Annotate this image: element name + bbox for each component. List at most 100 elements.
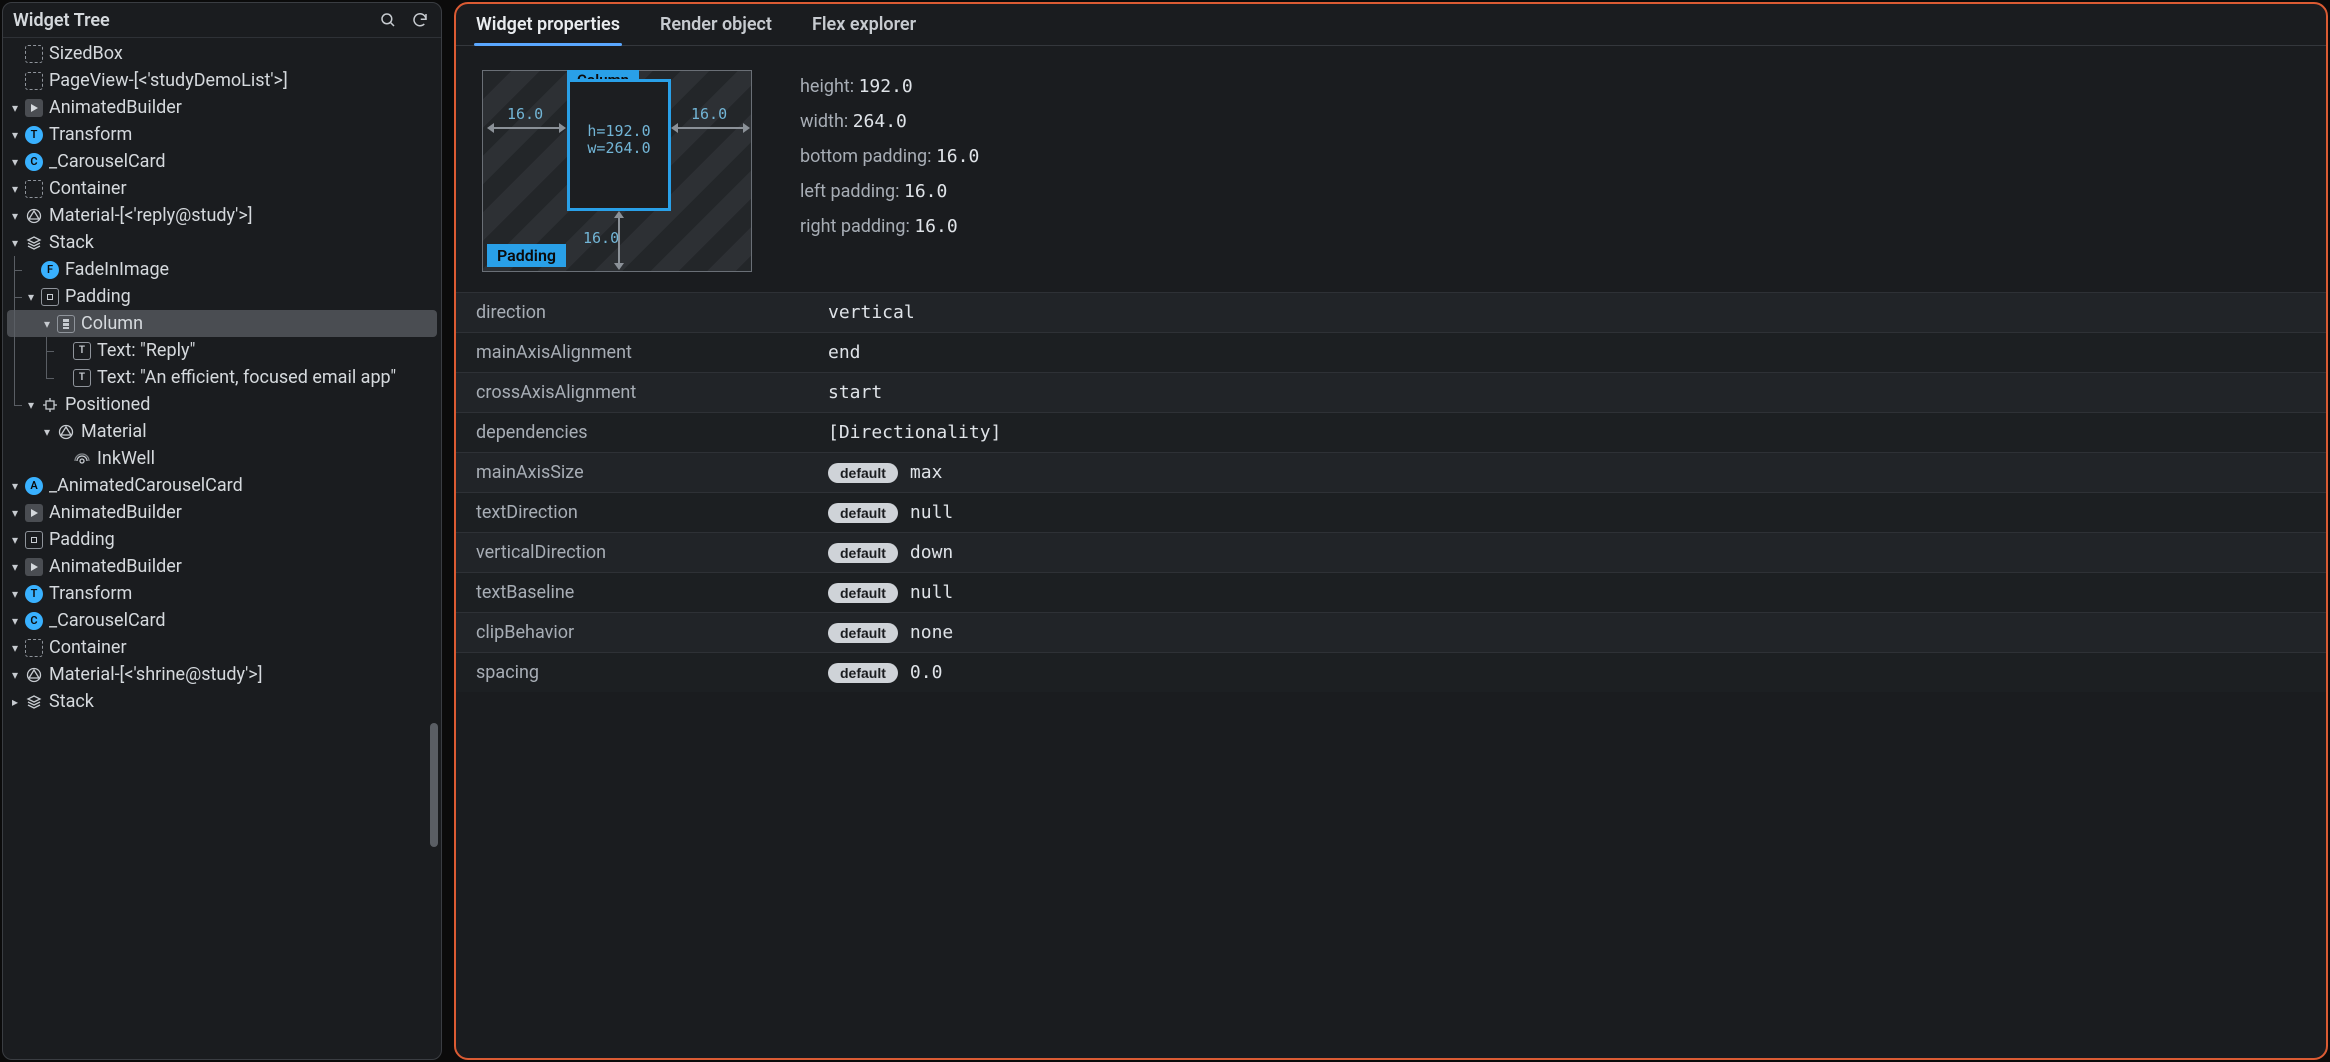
tree-row[interactable]: ▾Material <box>7 418 437 445</box>
property-value: start <box>816 373 2326 413</box>
property-row: textDirectiondefaultnull <box>456 493 2326 533</box>
tree-label: Text: "An efficient, focused email app" <box>97 367 396 388</box>
property-key: dependencies <box>456 413 816 453</box>
tree-row[interactable]: ▸ Stack <box>7 688 437 715</box>
search-icon[interactable] <box>377 9 399 31</box>
tree-label: FadeInImage <box>65 259 169 280</box>
expander-icon[interactable]: ▾ <box>39 316 55 332</box>
tree-label: Positioned <box>65 394 150 415</box>
layout-diagram: Column h=192.0 w=264.0 16.0 <box>482 70 752 272</box>
expander-icon[interactable]: ▾ <box>7 235 23 251</box>
tree-label: AnimatedBuilder <box>49 97 182 118</box>
property-row: textBaselinedefaultnull <box>456 573 2326 613</box>
metric-key: width: <box>800 111 853 132</box>
expander-icon[interactable]: ▾ <box>7 667 23 683</box>
padding-icon <box>41 288 59 306</box>
tab-flex-explorer[interactable]: Flex explorer <box>810 8 918 45</box>
column-icon <box>57 315 75 333</box>
scroll-thumb[interactable] <box>430 723 438 847</box>
expander-icon[interactable]: ▾ <box>7 532 23 548</box>
tree-label: AnimatedBuilder <box>49 502 182 523</box>
tree-row[interactable]: PageView-[<'studyDemoList'>] <box>7 67 437 94</box>
tree-label: _CarouselCard <box>49 151 166 172</box>
tree-row[interactable]: ▾Column <box>7 310 437 337</box>
tree-row[interactable]: ▾Material-[<'shrine@study'>] <box>7 661 437 688</box>
properties-table: directionverticalmainAxisAlignmentendcro… <box>456 292 2326 692</box>
metric-value: 192.0 <box>859 76 913 97</box>
tree-row[interactable]: ▾ AnimatedBuilder <box>7 94 437 121</box>
left-pad-value: 16.0 <box>507 105 543 123</box>
tree-row[interactable]: ▾ AnimatedBuilder <box>7 553 437 580</box>
diagram-outer-label: Padding <box>487 244 566 267</box>
expander-icon[interactable]: ▸ <box>7 694 23 710</box>
tab-widget-properties[interactable]: Widget properties <box>474 8 622 45</box>
tree-row[interactable]: ▾C_CarouselCard <box>7 607 437 634</box>
property-row: crossAxisAlignmentstart <box>456 373 2326 413</box>
tab-render-object[interactable]: Render object <box>658 8 774 45</box>
widget-tree-panel: Widget Tree SizedBoxPageView-[<'studyDem… <box>2 2 442 1060</box>
expander-icon[interactable]: ▾ <box>7 505 23 521</box>
metric-key: right padding: <box>800 216 914 237</box>
widget-tree[interactable]: SizedBoxPageView-[<'studyDemoList'>] ▾ Ani… <box>3 38 441 1059</box>
property-key: mainAxisAlignment <box>456 333 816 373</box>
positioned-icon <box>41 396 59 414</box>
layout-diagram-area: Column h=192.0 w=264.0 16.0 <box>456 46 2326 292</box>
tree-row[interactable]: ▾TTransform <box>7 580 437 607</box>
expander-icon[interactable]: ▾ <box>7 559 23 575</box>
expander-icon[interactable]: ▾ <box>7 100 23 116</box>
widget-tree-header: Widget Tree <box>3 3 441 38</box>
tree-row[interactable]: ▾C_CarouselCard <box>7 148 437 175</box>
tree-label: Transform <box>49 124 132 145</box>
animated-builder-icon <box>25 504 43 522</box>
material-icon <box>25 207 43 225</box>
expander-icon[interactable]: ▾ <box>7 613 23 629</box>
expander-icon[interactable]: ▾ <box>23 397 39 413</box>
animated-builder-icon <box>25 99 43 117</box>
expander-icon[interactable]: ▾ <box>7 586 23 602</box>
tree-row[interactable]: TText: "Reply" <box>7 337 437 364</box>
property-row: spacingdefault0.0 <box>456 653 2326 693</box>
expander-icon[interactable]: ▾ <box>7 181 23 197</box>
tree-row[interactable]: SizedBox <box>7 40 437 67</box>
tree-row[interactable]: ▾A_AnimatedCarouselCard <box>7 472 437 499</box>
default-badge: default <box>828 543 898 563</box>
tree-label: Stack <box>49 691 94 712</box>
expander-icon[interactable]: ▾ <box>7 640 23 656</box>
property-value: [Directionality] <box>816 413 2326 453</box>
carousel-card-icon: C <box>25 612 43 630</box>
expander-icon[interactable]: ▾ <box>7 478 23 494</box>
tree-row[interactable]: ▾Padding <box>7 283 437 310</box>
tree-row[interactable]: ▾Stack <box>7 229 437 256</box>
tree-row[interactable]: ▾ Positioned <box>7 391 437 418</box>
property-value: defaultmax <box>816 453 2326 493</box>
tree-label: Text: "Reply" <box>97 340 195 361</box>
property-value: defaultnull <box>816 573 2326 613</box>
app-root: Widget Tree SizedBoxPageView-[<'studyDem… <box>0 0 2330 1062</box>
tree-row[interactable]: InkWell <box>7 445 437 472</box>
expander-icon[interactable]: ▾ <box>39 424 55 440</box>
tree-label: AnimatedBuilder <box>49 556 182 577</box>
tree-row[interactable]: TText: "An efficient, focused email app" <box>7 364 437 391</box>
right-pad-value: 16.0 <box>691 105 727 123</box>
property-row: clipBehaviordefaultnone <box>456 613 2326 653</box>
tree-row[interactable]: ▾Container <box>7 634 437 661</box>
tree-row[interactable]: ▾Container <box>7 175 437 202</box>
property-value: default0.0 <box>816 653 2326 693</box>
tree-row[interactable]: FFadeInImage <box>7 256 437 283</box>
expander-icon[interactable]: ▾ <box>7 208 23 224</box>
tree-scrollbar[interactable] <box>430 23 438 1053</box>
default-badge: default <box>828 663 898 683</box>
metric-value: 16.0 <box>904 181 947 202</box>
tree-row[interactable]: ▾Material-[<'reply@study'>] <box>7 202 437 229</box>
refresh-icon[interactable] <box>409 9 431 31</box>
animated-builder-icon <box>25 558 43 576</box>
material-icon <box>25 666 43 684</box>
tree-row[interactable]: ▾ AnimatedBuilder <box>7 499 437 526</box>
property-value: defaultnull <box>816 493 2326 533</box>
expander-icon[interactable]: ▾ <box>7 127 23 143</box>
metric-key: bottom padding: <box>800 146 936 167</box>
expander-icon[interactable]: ▾ <box>23 289 39 305</box>
expander-icon[interactable]: ▾ <box>7 154 23 170</box>
tree-row[interactable]: ▾Padding <box>7 526 437 553</box>
tree-row[interactable]: ▾TTransform <box>7 121 437 148</box>
